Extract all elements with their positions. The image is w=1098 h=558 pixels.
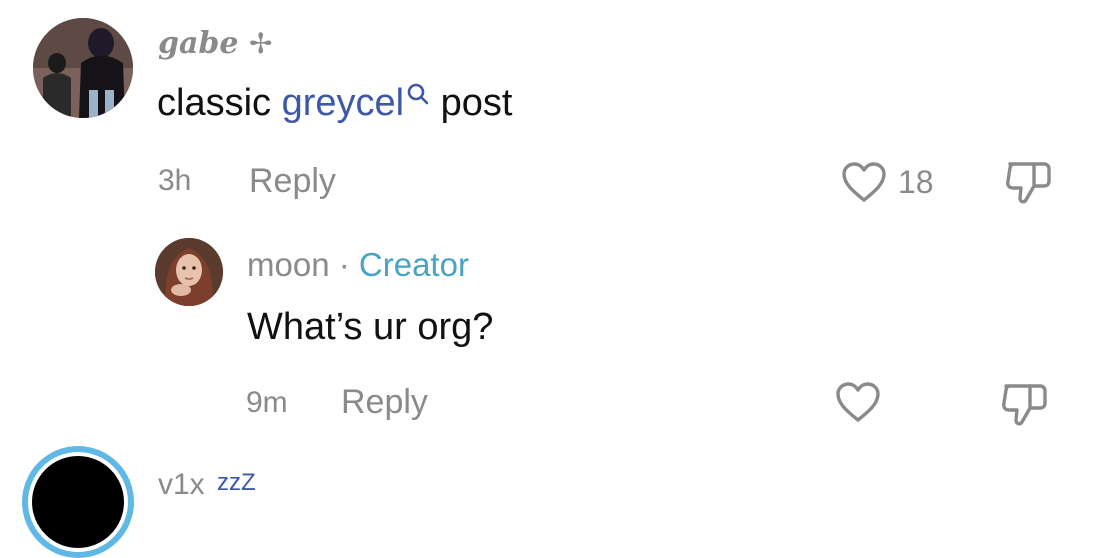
avatar-gabe[interactable]: [33, 18, 133, 118]
reply-button[interactable]: Reply: [249, 162, 336, 201]
separator-dot: ·: [338, 246, 350, 283]
username-v1x[interactable]: v1x: [158, 468, 205, 501]
avatar-v1x[interactable]: [22, 446, 134, 558]
creator-badge: Creator: [358, 246, 469, 283]
comment-text-moon: What’s ur org?: [247, 306, 494, 348]
username-gabe[interactable]: gabe: [158, 26, 238, 61]
sleep-status: zzZ: [217, 469, 256, 496]
like-count: 18: [898, 164, 934, 200]
username-ornament: ✢: [248, 27, 273, 60]
reply-button[interactable]: Reply: [341, 383, 428, 422]
username-moon[interactable]: moon: [247, 246, 330, 283]
dislike-icon[interactable]: [1004, 158, 1054, 206]
heart-icon[interactable]: [834, 380, 882, 424]
search-icon: [406, 82, 430, 108]
timestamp: 3h: [158, 164, 192, 197]
comment-text-gabe: classic greycel post: [157, 82, 513, 124]
timestamp: 9m: [246, 386, 288, 419]
search-link[interactable]: greycel: [282, 82, 431, 124]
heart-icon[interactable]: [840, 160, 888, 204]
dislike-icon[interactable]: [1000, 380, 1050, 428]
avatar-moon[interactable]: [155, 238, 223, 306]
